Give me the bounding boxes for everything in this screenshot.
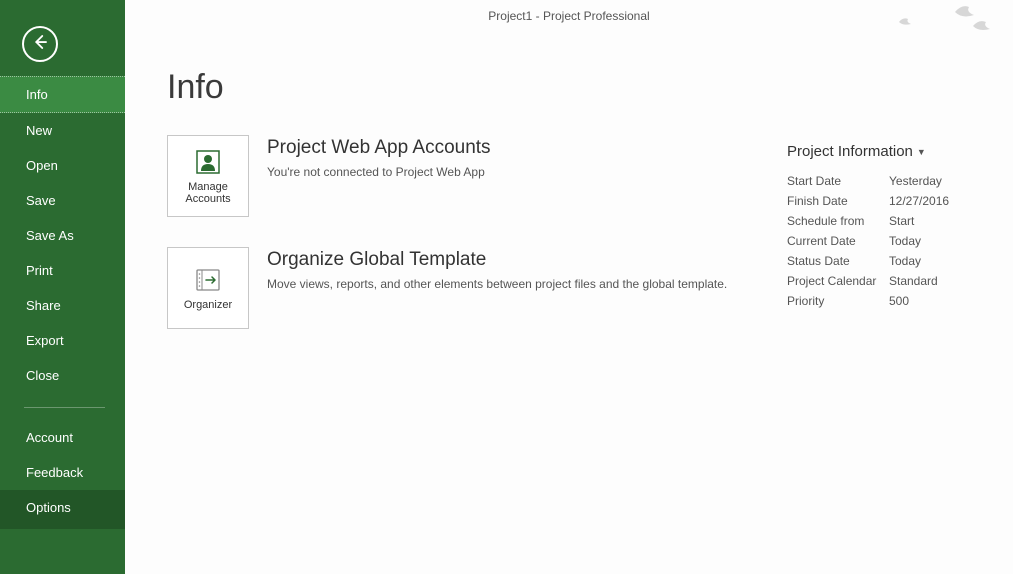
sidebar-item-label: Feedback: [26, 465, 83, 480]
organizer-icon: [194, 265, 222, 295]
section-organize-template: Organizer Organize Global Template Move …: [167, 247, 787, 329]
account-icon: [195, 147, 221, 177]
sidebar-item-label: Options: [26, 500, 71, 515]
tile-label: Organizer: [184, 299, 232, 311]
sidebar-item-print[interactable]: Print: [0, 253, 125, 288]
info-value: Today: [889, 234, 921, 248]
sidebar-item-feedback[interactable]: Feedback: [0, 455, 125, 490]
info-sections: Manage Accounts Project Web App Accounts…: [167, 135, 787, 359]
info-label: Priority: [787, 294, 889, 308]
titlebar: Project1 - Project Professional: [125, 0, 1013, 32]
sidebar-item-label: Export: [26, 333, 64, 348]
info-row-finish-date[interactable]: Finish Date 12/27/2016: [787, 194, 995, 208]
info-label: Current Date: [787, 234, 889, 248]
page-title: Info: [167, 68, 1013, 107]
info-label: Status Date: [787, 254, 889, 268]
info-row-current-date[interactable]: Current Date Today: [787, 234, 995, 248]
sidebar-item-label: New: [26, 123, 52, 138]
sidebar-item-label: Account: [26, 430, 73, 445]
sidebar-divider: [24, 407, 105, 408]
info-label: Start Date: [787, 174, 889, 188]
info-value: Start: [889, 214, 914, 228]
sidebar-item-export[interactable]: Export: [0, 323, 125, 358]
info-value: 12/27/2016: [889, 194, 949, 208]
section-pwa-accounts: Manage Accounts Project Web App Accounts…: [167, 135, 787, 217]
info-label: Finish Date: [787, 194, 889, 208]
birds-decoration-icon: [891, 4, 1001, 51]
sidebar-item-open[interactable]: Open: [0, 148, 125, 183]
back-arrow-icon: [31, 33, 49, 56]
back-button[interactable]: [22, 26, 58, 62]
info-label: Schedule from: [787, 214, 889, 228]
manage-accounts-button[interactable]: Manage Accounts: [167, 135, 249, 217]
section-heading: Project Web App Accounts: [267, 137, 787, 159]
sidebar-item-label: Share: [26, 298, 61, 313]
info-row-status-date[interactable]: Status Date Today: [787, 254, 995, 268]
sidebar-item-new[interactable]: New: [0, 113, 125, 148]
info-row-start-date[interactable]: Start Date Yesterday: [787, 174, 995, 188]
info-row-schedule-from[interactable]: Schedule from Start: [787, 214, 995, 228]
sidebar-item-options[interactable]: Options: [0, 490, 125, 529]
sidebar-item-label: Save: [26, 193, 56, 208]
info-label: Project Calendar: [787, 274, 889, 288]
dropdown-caret-icon: ▼: [917, 147, 926, 157]
info-value: Standard: [889, 274, 938, 288]
section-desc: You're not connected to Project Web App: [267, 165, 787, 179]
sidebar-item-label: Print: [26, 263, 53, 278]
project-info-panel: Project Information ▼ Start Date Yesterd…: [787, 135, 995, 359]
sidebar-item-info[interactable]: Info: [0, 76, 125, 113]
tile-label: Manage Accounts: [172, 181, 244, 205]
sidebar-item-save[interactable]: Save: [0, 183, 125, 218]
info-row-project-calendar[interactable]: Project Calendar Standard: [787, 274, 995, 288]
sidebar-item-label: Info: [26, 87, 48, 102]
main-panel: Project1 - Project Professional Info: [125, 0, 1013, 574]
section-heading: Organize Global Template: [267, 249, 787, 271]
backstage-sidebar: Info New Open Save Save As Print Share E…: [0, 0, 125, 574]
sidebar-item-save-as[interactable]: Save As: [0, 218, 125, 253]
sidebar-item-label: Close: [26, 368, 59, 383]
sidebar-item-label: Save As: [26, 228, 74, 243]
info-value: Today: [889, 254, 921, 268]
info-value: Yesterday: [889, 174, 942, 188]
project-info-heading: Project Information: [787, 143, 913, 160]
sidebar-item-label: Open: [26, 158, 58, 173]
info-row-priority[interactable]: Priority 500: [787, 294, 995, 308]
window-title: Project1 - Project Professional: [488, 9, 649, 23]
section-desc: Move views, reports, and other elements …: [267, 277, 787, 291]
sidebar-item-account[interactable]: Account: [0, 420, 125, 455]
project-info-dropdown[interactable]: Project Information ▼: [787, 143, 995, 160]
sidebar-item-close[interactable]: Close: [0, 358, 125, 393]
organizer-button[interactable]: Organizer: [167, 247, 249, 329]
sidebar-item-share[interactable]: Share: [0, 288, 125, 323]
info-value: 500: [889, 294, 909, 308]
content-area: Manage Accounts Project Web App Accounts…: [125, 135, 1013, 359]
